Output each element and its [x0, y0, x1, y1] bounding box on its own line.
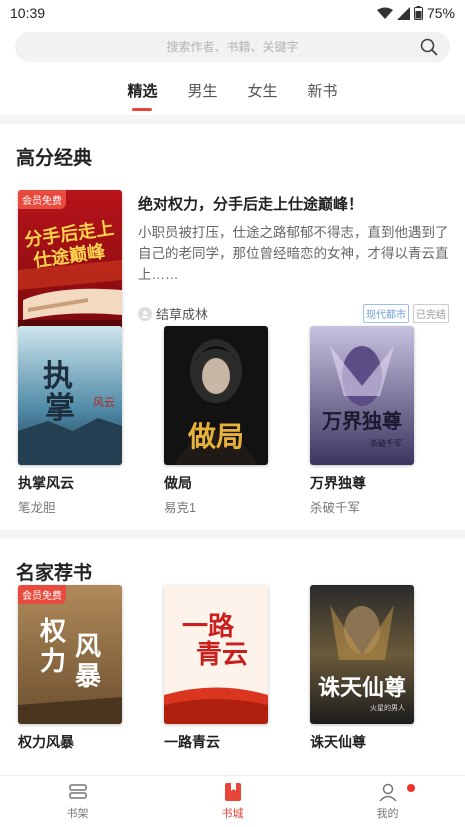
tabbar-bookshelf[interactable]: 书架 [0, 776, 155, 827]
book-cover[interactable]: 执 掌 风云 [18, 326, 122, 465]
status-time: 10:39 [10, 5, 46, 21]
book-author: 杀破千军 [310, 501, 361, 515]
featured-book-author: 结草成林 [156, 307, 209, 322]
tab-male[interactable]: 男生 [187, 76, 217, 112]
book-card[interactable]: 做局 做局 易克1 [164, 326, 268, 516]
featured-book-title[interactable]: 绝对权力，分手后走上仕途巅峰！ [138, 193, 449, 214]
cover-art: 一路 青云 [164, 585, 268, 724]
tabbar-label: 书城 [221, 808, 244, 820]
svg-text:杀破千军: 杀破千军 [370, 438, 402, 448]
featured-book-meta: 结草成林 现代都市 已完结 [138, 304, 449, 323]
search-icon[interactable] [420, 38, 438, 56]
cover-art: 分手后走上 仕途巅峰 [18, 190, 122, 329]
book-title[interactable]: 权力风暴 [18, 732, 122, 752]
status-bar: 10:39 75% [0, 0, 465, 26]
book-card[interactable]: 万界独尊 杀破千军 万界独尊 杀破千军 [310, 326, 414, 516]
tabbar-bookstore[interactable]: 书城 [155, 776, 310, 827]
svg-text:做局: 做局 [187, 420, 244, 453]
svg-text:诛天仙尊: 诛天仙尊 [318, 675, 406, 701]
featured-book-info: 绝对权力，分手后走上仕途巅峰！ 小职员被打压，仕途之路郁郁不得志，直到他遇到了自… [138, 190, 449, 326]
svg-text:风: 风 [75, 632, 101, 662]
book-title[interactable]: 诛天仙尊 [310, 732, 414, 752]
status-tag: 已完结 [413, 304, 449, 323]
tabbar-profile[interactable]: 我的 [310, 776, 465, 827]
book-cover[interactable]: 会员免费 权 力 风 暴 [18, 585, 122, 724]
cover-art: 万界独尊 杀破千军 [310, 326, 414, 465]
book-author: 易克1 [164, 501, 196, 515]
category-tabs: 精选 男生 女生 新书 [0, 76, 465, 112]
bottom-tab-bar: 书架 书城 我的 [0, 775, 465, 827]
book-card[interactable]: 诛天仙尊 火星的男人 诛天仙尊 [310, 585, 414, 752]
svg-text:掌: 掌 [45, 391, 75, 426]
book-cover[interactable]: 诛天仙尊 火星的男人 [310, 585, 414, 724]
cover-art: 执 掌 风云 [18, 326, 122, 465]
tabbar-label: 书架 [66, 808, 89, 820]
book-author: 笔龙胆 [18, 501, 56, 515]
signal-icon [396, 6, 410, 20]
svg-text:力: 力 [40, 647, 66, 677]
section-title-famous: 名家荐书 [16, 563, 93, 584]
tab-female[interactable]: 女生 [248, 76, 278, 112]
cover-art: 权 力 风 暴 [18, 585, 122, 724]
tab-featured[interactable]: 精选 [127, 76, 157, 112]
free-badge: 会员免费 [18, 190, 66, 209]
bookstore-icon [224, 783, 241, 801]
svg-text:风云: 风云 [93, 396, 115, 409]
book-row-famous: 会员免费 权 力 风 暴 权力风暴 一路 青云 一路青云 诛天仙尊 火星的男人 … [0, 585, 465, 752]
book-cover[interactable]: 会员免费 分手后走上 仕途巅峰 [18, 190, 122, 329]
genre-tag: 现代都市 [363, 304, 409, 323]
svg-text:一路: 一路 [182, 611, 235, 642]
notification-dot [407, 784, 415, 792]
book-cover[interactable]: 一路 青云 [164, 585, 268, 724]
bookshelf-icon [68, 784, 87, 799]
featured-book-desc: 小职员被打压，仕途之路郁郁不得志，直到他遇到了自己的老同学，那位曾经暗恋的女神，… [138, 225, 449, 282]
cover-art: 做局 [164, 326, 268, 465]
svg-text:青云: 青云 [196, 640, 248, 670]
tab-new-books[interactable]: 新书 [308, 76, 338, 112]
book-card[interactable]: 执 掌 风云 执掌风云 笔龙胆 [18, 326, 122, 516]
section-divider [0, 115, 465, 124]
book-title[interactable]: 执掌风云 [18, 473, 122, 493]
book-title[interactable]: 万界独尊 [310, 473, 414, 493]
book-title[interactable]: 一路青云 [164, 732, 268, 752]
featured-book[interactable]: 会员免费 分手后走上 仕途巅峰 绝对权力，分手后走上仕途巅峰！ 小职员被打压，仕… [0, 178, 465, 329]
svg-text:暴: 暴 [75, 662, 101, 692]
svg-text:火星的男人: 火星的男人 [370, 703, 405, 712]
cover-art: 诛天仙尊 火星的男人 [310, 585, 414, 724]
battery-percent: 75% [426, 5, 455, 21]
book-cover[interactable]: 万界独尊 杀破千军 [310, 326, 414, 465]
search-bar[interactable] [15, 32, 450, 62]
svg-text:万界独尊: 万界独尊 [321, 409, 402, 433]
profile-icon [378, 783, 397, 802]
svg-text:执: 执 [43, 359, 73, 394]
book-title[interactable]: 做局 [164, 473, 268, 493]
book-row-high-score: 执 掌 风云 执掌风云 笔龙胆 做局 做局 易克1 万界独尊 杀破千军 万界独尊… [0, 326, 465, 516]
book-cover[interactable]: 做局 [164, 326, 268, 465]
battery-icon [413, 6, 423, 20]
book-card[interactable]: 一路 青云 一路青云 [164, 585, 268, 752]
tabbar-label: 我的 [376, 808, 399, 820]
author-icon [138, 306, 152, 321]
section-divider [0, 530, 465, 539]
wifi-icon [376, 7, 393, 19]
book-card[interactable]: 会员免费 权 力 风 暴 权力风暴 [18, 585, 122, 752]
svg-text:权: 权 [39, 617, 66, 647]
status-icons: 75% [376, 5, 455, 21]
section-title-high-score: 高分经典 [16, 148, 93, 169]
search-input[interactable] [15, 40, 450, 54]
free-badge: 会员免费 [18, 585, 66, 604]
